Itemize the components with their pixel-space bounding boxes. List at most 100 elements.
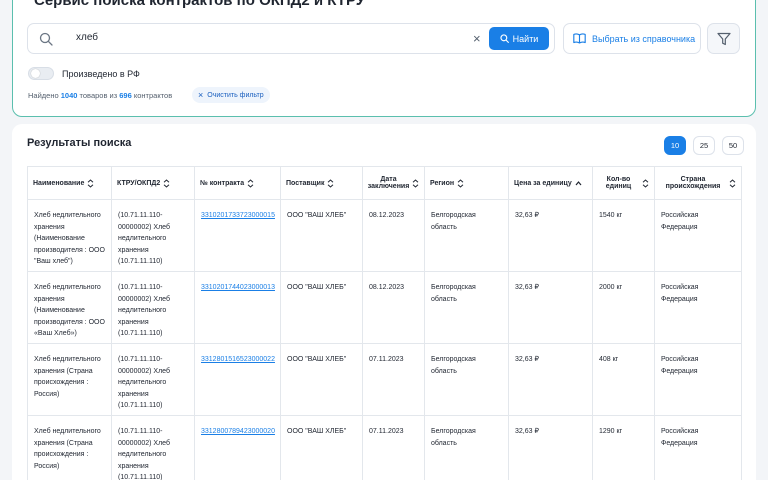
cell-supplier: ООО "ВАШ ХЛЕБ": [280, 199, 363, 272]
column-header-country[interactable]: Страна происхождения: [654, 166, 742, 200]
column-label: КТРУ/ОКПД2: [117, 179, 161, 187]
table-row: Хлеб недлительного хранения (Наименовани…: [27, 271, 742, 344]
sort-icon: [457, 178, 464, 188]
cell-name: Хлеб недлительного хранения (Наименовани…: [27, 199, 112, 272]
search-input[interactable]: [76, 32, 476, 43]
cell-country: Российская Федерация: [654, 343, 742, 416]
page-size-25[interactable]: 25: [693, 136, 715, 155]
sort-icon: [642, 178, 649, 188]
cell-contract: 3310201733723000015: [194, 199, 281, 272]
cell-contract: 3312801516523000022: [194, 343, 281, 416]
clear-filter-icon: ×: [198, 89, 204, 100]
summary-middle: товаров из: [79, 91, 118, 100]
results-title: Результаты поиска: [27, 137, 132, 149]
reference-button[interactable]: Выбрать из справочника: [563, 23, 701, 54]
cell-code: (10.71.11.110-00000002) Хлеб недлительно…: [111, 199, 195, 272]
column-header-price[interactable]: Цена за единицу: [508, 166, 593, 200]
cell-date: 08.12.2023: [362, 199, 425, 272]
sort-icon: [729, 178, 736, 188]
contract-link[interactable]: 3310201733723000015: [201, 212, 275, 219]
contract-link[interactable]: 3312801516523000022: [201, 356, 275, 363]
column-header-name[interactable]: Наименование: [27, 166, 112, 200]
results-table: Наименование КТРУ/ОКПД2 № контракта Пост…: [27, 166, 742, 480]
column-label: Кол-во единиц: [605, 176, 632, 190]
sort-icon: [163, 178, 170, 188]
page-size-50[interactable]: 50: [722, 136, 744, 155]
column-header-supplier[interactable]: Поставщик: [280, 166, 363, 200]
cell-date: 08.12.2023: [362, 271, 425, 344]
column-header-qty[interactable]: Кол-во единиц: [592, 166, 655, 200]
cell-price: 32,63 ₽: [508, 271, 593, 344]
column-label: Наименование: [33, 179, 85, 187]
produced-rf-label: Произведено в РФ: [62, 69, 140, 79]
sort-icon: [88, 178, 94, 188]
cell-code: (10.71.11.110-00000002) Хлеб недлительно…: [111, 343, 195, 416]
column-label: Страна происхождения: [665, 176, 721, 190]
sort-ascending-icon: [575, 180, 582, 185]
sort-icon: [412, 178, 419, 188]
cell-code: (10.71.11.110-00000002) Хлеб недлительно…: [111, 415, 195, 480]
column-header-date[interactable]: Дата заключения: [362, 166, 425, 200]
column-label: Регион: [430, 179, 455, 187]
column-header-contract[interactable]: № контракта: [194, 166, 281, 200]
products-count: 1040: [60, 91, 78, 100]
cell-region: Белгородская область: [424, 343, 509, 416]
search-icon: [39, 32, 53, 46]
cell-price: 32,63 ₽: [508, 415, 593, 480]
produced-rf-toggle[interactable]: [28, 67, 54, 80]
cell-qty: 408 кг: [592, 343, 655, 416]
cell-supplier: ООО "ВАШ ХЛЕБ": [280, 415, 363, 480]
cell-name: Хлеб недлительного хранения (Наименовани…: [27, 271, 112, 344]
clear-filter-label: Очистить фильтр: [207, 91, 264, 99]
table-row: Хлеб недлительного хранения (Страна прои…: [27, 415, 742, 480]
filter-icon: [716, 32, 731, 45]
column-label: Дата заключения: [367, 176, 410, 190]
clear-search-icon[interactable]: ×: [473, 32, 481, 45]
filter-button[interactable]: [707, 23, 740, 54]
cell-supplier: ООО "ВАШ ХЛЕБ": [280, 343, 363, 416]
toggle-knob: [31, 69, 40, 78]
table-row: Хлеб недлительного хранения (Страна прои…: [27, 343, 742, 416]
cell-country: Российская Федерация: [654, 415, 742, 480]
cell-date: 07.11.2023: [362, 415, 425, 480]
search-box[interactable]: × Найти: [27, 23, 555, 54]
cell-contract: 3312800789423000020: [194, 415, 281, 480]
table-row: Хлеб недлительного хранения (Наименовани…: [27, 199, 742, 272]
column-header-region[interactable]: Регион: [424, 166, 509, 200]
sort-icon: [328, 178, 334, 188]
page-size-10[interactable]: 10: [664, 136, 686, 155]
cell-name: Хлеб недлительного хранения (Страна прои…: [27, 343, 112, 416]
reference-button-label: Выбрать из справочника: [592, 33, 696, 44]
cell-qty: 1540 кг: [592, 199, 655, 272]
cell-name: Хлеб недлительного хранения (Страна прои…: [27, 415, 112, 480]
book-icon: [573, 33, 586, 44]
cell-date: 07.11.2023: [362, 343, 425, 416]
cell-price: 32,63 ₽: [508, 343, 593, 416]
column-label: Цена за единицу: [514, 179, 572, 187]
summary-prefix: Найдено: [28, 91, 59, 100]
cell-code: (10.71.11.110-00000002) Хлеб недлительно…: [111, 271, 195, 344]
cell-contract: 3310201744023000013: [194, 271, 281, 344]
cell-country: Российская Федерация: [654, 199, 742, 272]
results-summary: Найдено 1040 товаров из 696 контрактов: [28, 91, 172, 100]
sort-icon: [247, 178, 254, 188]
find-button-label: Найти: [512, 33, 539, 44]
contract-link[interactable]: 3310201744023000013: [201, 284, 275, 291]
column-header-code[interactable]: КТРУ/ОКПД2: [111, 166, 195, 200]
cell-region: Белгородская область: [424, 415, 509, 480]
column-label: Поставщик: [286, 179, 325, 187]
summary-suffix: контрактов: [133, 91, 173, 100]
contract-link[interactable]: 3312800789423000020: [201, 428, 275, 435]
cell-qty: 1290 кг: [592, 415, 655, 480]
cell-region: Белгородская область: [424, 271, 509, 344]
cell-qty: 2000 кг: [592, 271, 655, 344]
contracts-count: 696: [119, 91, 132, 100]
clear-filter-button[interactable]: × Очистить фильтр: [192, 87, 270, 103]
table-header-row: Наименование КТРУ/ОКПД2 № контракта Пост…: [27, 166, 742, 200]
page-title: Сервис поиска контрактов по ОКПД2 и КТРУ: [34, 0, 366, 9]
column-label: № контракта: [200, 179, 245, 187]
cell-country: Российская Федерация: [654, 271, 742, 344]
find-button[interactable]: Найти: [489, 27, 549, 50]
cell-price: 32,63 ₽: [508, 199, 593, 272]
cell-supplier: ООО "ВАШ ХЛЕБ": [280, 271, 363, 344]
